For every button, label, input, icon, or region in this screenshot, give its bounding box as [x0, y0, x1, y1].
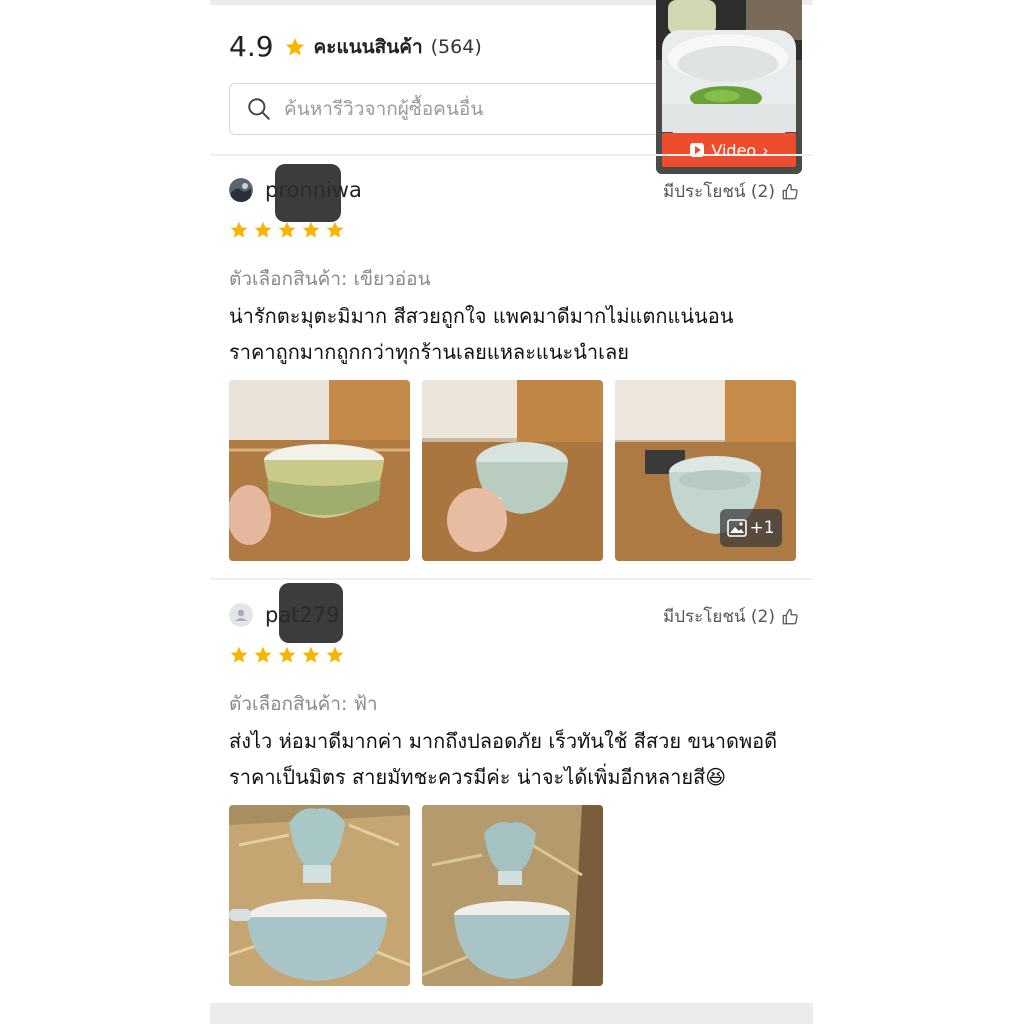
- review-text-line: ราคาเป็นมิตร สายมัทชะควรมีค่ะ น่าจะได้เพ…: [229, 765, 727, 789]
- helpful-label: มีประโยชน์ (2): [663, 607, 775, 627]
- review-photos: [229, 805, 615, 986]
- avatar: [229, 603, 253, 627]
- more-photos-count: +1: [749, 518, 775, 538]
- star-icon: [285, 37, 304, 55]
- star-icon: [302, 646, 320, 663]
- video-label: Video: [711, 140, 757, 160]
- rating-summary: 4.9 คะแนนสินค้า (564): [229, 30, 482, 63]
- photo-image: [422, 805, 603, 986]
- review-photo[interactable]: [422, 805, 603, 986]
- review-text: น่ารักตะมุตะมิมาก สีสวยถูกใจ แพคมาดีมากไ…: [229, 298, 789, 370]
- review-photos: +1: [229, 380, 808, 561]
- review-text: ส่งไว ห่อมาดีมากค่า มากถึงปลอดภัย เร็วทั…: [229, 723, 789, 795]
- review-photo[interactable]: [229, 380, 410, 561]
- product-variant: ตัวเลือกสินค้า: ฟ้า: [229, 693, 378, 715]
- star-icon: [254, 646, 272, 663]
- rating-count: (564): [430, 35, 482, 58]
- search-placeholder: ค้นหารีวิวจากผู้ซื้อคนอื่น: [284, 98, 484, 120]
- avatar: [229, 178, 253, 202]
- star-icon: [230, 646, 248, 663]
- thumbs-up-icon: [782, 608, 798, 624]
- product-variant: ตัวเลือกสินค้า: เขียวอ่อน: [229, 268, 431, 290]
- thumbs-up-icon: [782, 183, 798, 199]
- photo-image: [422, 380, 603, 561]
- chevron-right-icon: ›: [762, 140, 769, 160]
- bottom-separator: [210, 1003, 813, 1024]
- star-rating: [229, 645, 349, 665]
- product-video-thumbnail[interactable]: Video ›: [656, 0, 802, 174]
- video-play-button[interactable]: Video ›: [662, 133, 796, 167]
- helpful-button[interactable]: มีประโยชน์ (2): [663, 603, 799, 630]
- rating-label: คะแนนสินค้า: [313, 35, 423, 58]
- review-item: pat279 มีประโยชน์ (2) ตัวเลือกสินค้า: ฟ้…: [229, 583, 799, 993]
- star-icon: [230, 221, 248, 238]
- more-photos-badge[interactable]: +1: [720, 509, 782, 547]
- star-icon: [254, 221, 272, 238]
- star-rating: [229, 220, 349, 240]
- star-icon: [302, 221, 320, 238]
- divider: [210, 578, 813, 580]
- star-icon: [278, 221, 296, 238]
- review-text-line: ราคาถูกมากถูกกว่าทุกร้านเลยแหละแนะนำเลย: [229, 340, 629, 364]
- search-icon: [248, 98, 270, 120]
- star-icon: [326, 221, 344, 238]
- helpful-button[interactable]: มีประโยชน์ (2): [663, 178, 799, 205]
- review-item: pronniwa มีประโยชน์ (2) ตัวเลือกสินค้า: …: [229, 164, 799, 568]
- review-search-input[interactable]: ค้นหารีวิวจากผู้ซื้อคนอื่น: [229, 83, 671, 135]
- username-redaction: [275, 164, 341, 222]
- review-photo[interactable]: [422, 380, 603, 561]
- review-photo[interactable]: [229, 805, 410, 986]
- star-icon: [326, 646, 344, 663]
- helpful-label: มีประโยชน์ (2): [663, 182, 775, 202]
- photo-image: [229, 380, 410, 561]
- rating-score: 4.9: [229, 30, 274, 63]
- star-icon: [278, 646, 296, 663]
- username-redaction: [279, 583, 343, 643]
- divider: [210, 154, 813, 156]
- review-text-line: น่ารักตะมุตะมิมาก สีสวยถูกใจ แพคมาดีมากไ…: [229, 304, 734, 328]
- review-text-line: ส่งไว ห่อมาดีมากค่า มากถึงปลอดภัย เร็วทั…: [229, 729, 778, 753]
- review-photo[interactable]: +1: [615, 380, 796, 561]
- photo-image: [229, 805, 410, 986]
- image-icon: [727, 519, 748, 537]
- reviews-panel: 4.9 คะแนนสินค้า (564) ค้นหารีวิวจากผู้ซื…: [210, 0, 813, 1024]
